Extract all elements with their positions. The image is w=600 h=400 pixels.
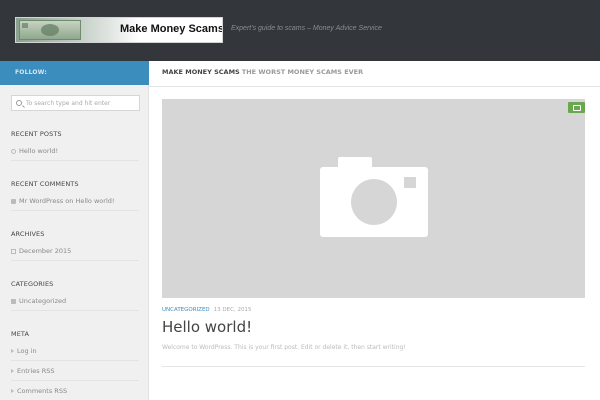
post-excerpt: Welcome to WordPress. This is your first…	[162, 344, 406, 351]
recent-posts-title: RECENT POSTS	[11, 130, 62, 138]
search-box[interactable]	[11, 95, 140, 111]
meta-item-login[interactable]: Log in	[11, 347, 37, 355]
divider	[162, 366, 585, 367]
site-tagline: Expert's guide to scams – Money Advice S…	[231, 25, 382, 32]
archives-title: ARCHIVES	[11, 230, 45, 238]
meta-title: META	[11, 330, 30, 338]
dollar-bill-icon	[19, 20, 81, 40]
divider	[11, 260, 139, 261]
divider	[149, 86, 600, 87]
category-item[interactable]: Uncategorized	[11, 297, 66, 305]
site-logo[interactable]: Make Money Scams	[15, 17, 223, 43]
category-link[interactable]: Uncategorized	[19, 297, 66, 305]
heading-site-description: THE WORST MONEY SCAMS EVER	[241, 68, 364, 76]
circle-icon	[11, 148, 16, 154]
meta-item-comments-rss[interactable]: Comments RSS	[11, 387, 67, 395]
categories-title: CATEGORIES	[11, 280, 54, 288]
divider	[11, 310, 139, 311]
divider	[11, 360, 139, 361]
post-title[interactable]: Hello world!	[162, 318, 252, 336]
comment-count-badge[interactable]	[568, 102, 585, 113]
archive-item[interactable]: December 2015	[11, 247, 71, 255]
comment-post-link[interactable]: Hello world!	[75, 197, 114, 205]
follow-label: FOLLOW:	[15, 69, 47, 76]
arrow-right-icon	[11, 389, 14, 393]
search-input[interactable]	[26, 97, 136, 109]
search-icon	[16, 100, 22, 106]
archive-link[interactable]: December 2015	[19, 247, 71, 255]
post-meta: UNCATEGORIZED 13 DEC, 2015	[162, 307, 251, 313]
site-header: Make Money Scams Expert's guide to scams…	[0, 0, 600, 61]
calendar-icon	[11, 248, 16, 254]
page-heading: MAKE MONEY SCAMS THE WORST MONEY SCAMS E…	[162, 68, 363, 76]
meta-link[interactable]: Log in	[17, 347, 37, 355]
divider	[11, 160, 139, 161]
recent-post-link[interactable]: Hello world!	[19, 147, 58, 155]
comment-on-text: on	[65, 197, 74, 205]
camera-icon	[320, 157, 428, 237]
divider	[11, 210, 139, 211]
meta-link[interactable]: Entries RSS	[17, 367, 54, 375]
meta-link[interactable]: Comments RSS	[17, 387, 67, 395]
post-date: 13 DEC, 2015	[213, 307, 252, 313]
recent-post-item[interactable]: Hello world!	[11, 147, 58, 155]
logo-text: Make Money Scams	[120, 23, 223, 35]
arrow-right-icon	[11, 349, 14, 353]
arrow-right-icon	[11, 369, 14, 373]
divider	[11, 380, 139, 381]
heading-site-name: MAKE MONEY SCAMS	[162, 68, 240, 76]
post-category-link[interactable]: UNCATEGORIZED	[162, 307, 210, 313]
sidebar: FOLLOW: RECENT POSTS Hello world! RECENT…	[0, 61, 149, 400]
meta-item-entries-rss[interactable]: Entries RSS	[11, 367, 54, 375]
folder-icon	[11, 298, 16, 304]
comment-author-link[interactable]: Mr WordPress	[19, 197, 63, 205]
recent-comments-title: RECENT COMMENTS	[11, 180, 79, 188]
comment-bubble-icon	[11, 198, 16, 204]
recent-comment-item: Mr WordPress on Hello world!	[11, 197, 114, 205]
follow-bar: FOLLOW:	[0, 61, 149, 85]
